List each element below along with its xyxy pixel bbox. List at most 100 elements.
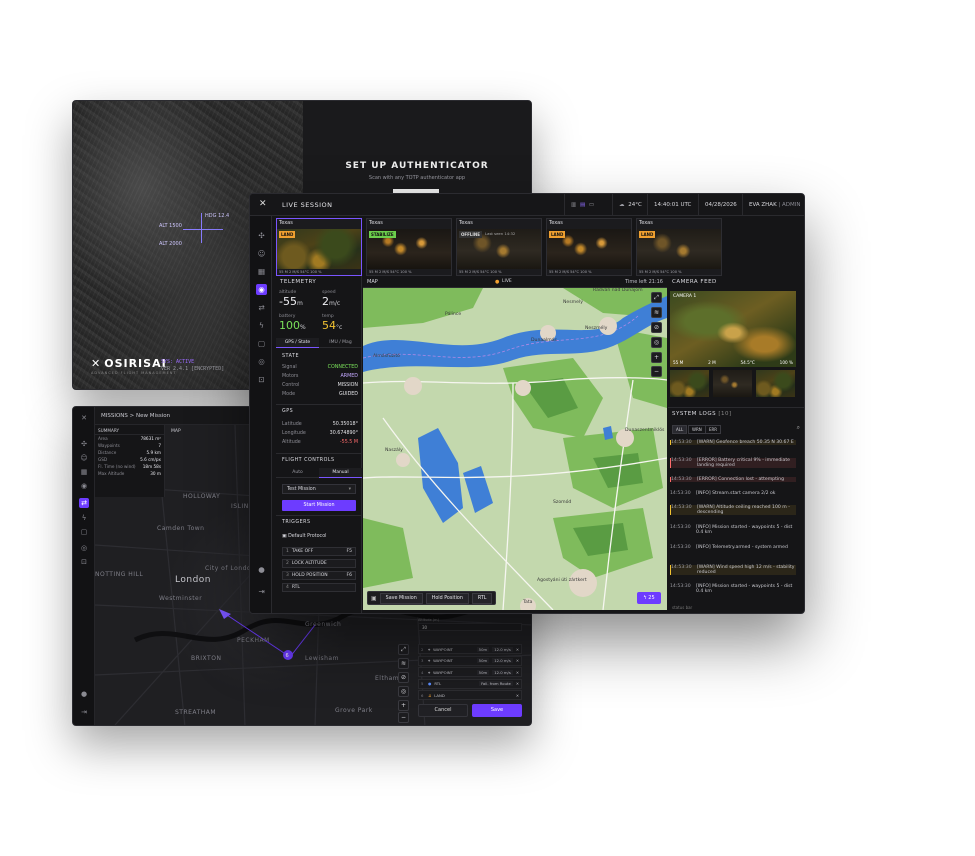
compass-icon[interactable]: ⊘ (398, 672, 409, 683)
users-icon[interactable]: ☺ (79, 453, 89, 463)
camera-view-icon[interactable]: ▭ (589, 202, 594, 208)
gamepad-icon[interactable]: ⊡ (79, 557, 89, 567)
camera-card[interactable]: Texas STABILIZE 55 M 2 M/S 54°C 100 % (366, 218, 452, 276)
avatar-icon[interactable]: ● (79, 689, 89, 699)
camera-name: Texas (459, 220, 473, 226)
missions-icon[interactable]: ⇄ (79, 498, 89, 508)
layers-icon[interactable]: ≋ (398, 658, 409, 669)
camera-card[interactable]: Texas LAND 55 M 2 M/S 54°C 100 % (636, 218, 722, 276)
locate-icon[interactable]: ◎ (398, 686, 409, 697)
avatar-icon[interactable]: ● (256, 564, 267, 575)
bolt-icon[interactable]: ϟ (256, 320, 267, 331)
grid-icon[interactable]: ▦ (256, 266, 267, 277)
pin-icon: ⌖ (428, 669, 431, 675)
map-place: Nesmelý (563, 300, 583, 305)
split-view-icon[interactable]: ▤ (580, 202, 585, 208)
zoom-out-icon[interactable]: − (398, 712, 409, 723)
grid-view-icon[interactable]: ▥ (571, 202, 576, 208)
protocol-label: Default Protocol (288, 534, 327, 539)
rtl-button[interactable]: RTL (471, 592, 493, 604)
layers-icon[interactable]: ≋ (651, 307, 662, 318)
trigger-row[interactable]: 1 TAKE OFF F5 (282, 547, 356, 556)
cancel-button[interactable]: Cancel (418, 704, 468, 717)
feed-thumbnail[interactable] (756, 370, 795, 397)
grid-icon[interactable]: ▦ (79, 467, 89, 477)
filter-all[interactable]: ALL (672, 425, 688, 434)
target-icon[interactable]: ◎ (256, 356, 267, 367)
waypoint-row[interactable]: 2 ⌖ WAYPOINT 50m 12.0 m/s ✕ (418, 644, 522, 654)
bolt-icon[interactable]: ϟ (79, 513, 89, 523)
gamepad-icon[interactable]: ⊡ (256, 374, 267, 385)
feed-thumbnail[interactable] (670, 370, 709, 397)
frame-icon[interactable]: ▢ (256, 338, 267, 349)
user-menu[interactable]: EVA ZHAK | ADMIN (742, 194, 804, 216)
signal-icon[interactable]: ◉ (79, 481, 89, 491)
tab-imu-mag[interactable]: IMU / Mag (319, 338, 362, 348)
feed-thumbnail[interactable] (713, 370, 752, 397)
protocol-toggle[interactable]: ▣ Default Protocol (282, 534, 326, 539)
summary-row: Area 78631 m² (98, 436, 161, 441)
camera-card[interactable]: Texas OFFLINE Last seen 14:32 55 M 2 M/S… (456, 218, 542, 276)
trigger-row[interactable]: 2 LOCK ALTITUDE (282, 559, 356, 568)
waypoint-row[interactable]: 5 ● RTL Fall. from Route ✕ (418, 678, 522, 689)
target-icon[interactable]: ◎ (79, 543, 89, 553)
checkbox-icon[interactable]: ▣ (282, 534, 287, 539)
logout-icon[interactable]: ⇥ (79, 707, 89, 717)
users-icon[interactable]: ☺ (256, 248, 267, 259)
filter-error[interactable]: ERR (705, 425, 722, 434)
live-signal-icon[interactable]: ◉ (256, 284, 267, 295)
camera-stats: 55 M 2 M/S 54°C 100 % (549, 270, 592, 274)
mission-select[interactable]: Test Mission ▾ (282, 484, 356, 494)
search-icon[interactable]: ⌕ (797, 424, 800, 432)
hold-position-button[interactable]: Hold Position (425, 592, 469, 604)
drone-icon[interactable]: ✣ (79, 439, 89, 449)
camera-card[interactable]: Texas LAND 55 M 2 M/S 54°C 100 % (546, 218, 632, 276)
camera-name: Texas (549, 220, 563, 226)
last-seen: Last seen 14:32 (485, 231, 516, 236)
zoom-in-icon[interactable]: + (398, 700, 409, 711)
trigger-row[interactable]: 4 RTL (282, 583, 356, 592)
frame-icon[interactable]: ▢ (79, 527, 89, 537)
live-header: ✕ LIVE SESSION ▥ ▤ ▭ ☁ 24°C 14:40:01 UTC… (250, 194, 804, 216)
camera-feed-image[interactable]: CAMERA 1 55 M 2 M 54.5°C 100 % (670, 291, 796, 367)
flight-mode-tabs: Auto Manual (276, 468, 362, 478)
log-row: 14:53:30 [ERROR] Battery critical 9% - im… (670, 458, 796, 468)
save-button[interactable]: Save (472, 704, 522, 717)
map-toggle-icon[interactable]: ▣ (371, 595, 377, 602)
camera-label: CAMERA 1 (673, 294, 697, 299)
live-map[interactable]: Pálince Nesmelý Radvaň nad Dunajom Almás… (363, 288, 667, 610)
start-mission-button[interactable]: Start Mission (282, 500, 356, 511)
speed-metric: speed 2m/c (322, 290, 341, 308)
live-dot-icon: ● (495, 279, 500, 285)
compass-icon[interactable]: ⊘ (651, 322, 662, 333)
fullscreen-icon[interactable]: ⤢ (651, 292, 662, 303)
log-row: 14:53:30 [WARN] Altitude ceiling reached … (670, 505, 796, 515)
map-place: Westminster (159, 595, 203, 602)
waypoint-row[interactable]: 3 ⌖ WAYPOINT 50m 12.0 m/s ✕ (418, 655, 522, 666)
filter-warn[interactable]: WRN (688, 425, 706, 434)
breadcrumb-root[interactable]: MISSIONS (101, 413, 128, 419)
trigger-row[interactable]: 3 HOLD POSITION F6 (282, 571, 356, 580)
missions-icon[interactable]: ⇄ (256, 302, 267, 313)
map-title: MAP (367, 279, 378, 285)
locate-icon[interactable]: ◎ (651, 337, 662, 348)
breadcrumb-separator: > (129, 413, 135, 419)
tab-auto[interactable]: Auto (276, 468, 319, 478)
altitude-input[interactable]: 30 (418, 623, 522, 631)
camera-card[interactable]: Texas LAND 55 M 2 M/S 54°C 100 % (276, 218, 362, 276)
zoom-in-icon[interactable]: + (651, 352, 662, 363)
drone-icon[interactable]: ✣ (256, 230, 267, 241)
status-bar: status bar (672, 605, 693, 610)
logout-icon[interactable]: ⇥ (256, 586, 267, 597)
tab-gps-state[interactable]: GPS / State (276, 338, 319, 348)
waypoint-row[interactable]: 6 ⇊ LAND ✕ (418, 690, 522, 700)
zoom-out-icon[interactable]: − (651, 366, 662, 377)
log-row: 14:53:30 [ERROR] Connection lost - attemp… (670, 477, 796, 482)
battery-chip[interactable]: ϟ 25 (637, 592, 661, 604)
waypoint-row[interactable]: 4 ⌖ WAYPOINT 50m 12.0 m/s ✕ (418, 667, 522, 677)
fit-icon[interactable]: ⤢ (398, 644, 409, 655)
altitude-field[interactable]: Altitude (m) 30 (418, 618, 522, 631)
summary-row: Max Altitude 30 m (98, 471, 161, 476)
save-mission-button[interactable]: Save Mission (379, 592, 423, 604)
tab-manual[interactable]: Manual (319, 468, 362, 478)
